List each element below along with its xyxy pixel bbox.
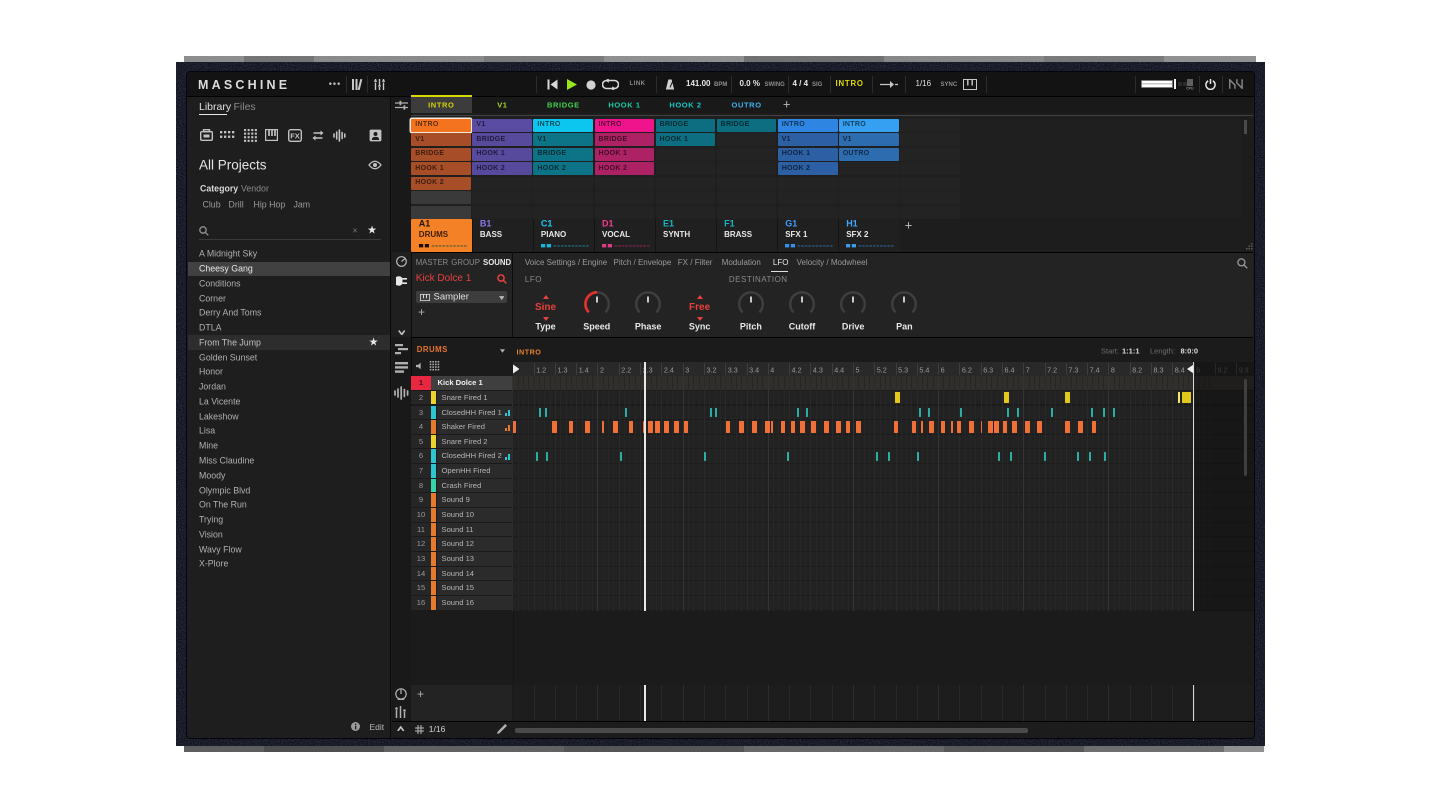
svg-text:FX: FX <box>290 131 300 140</box>
